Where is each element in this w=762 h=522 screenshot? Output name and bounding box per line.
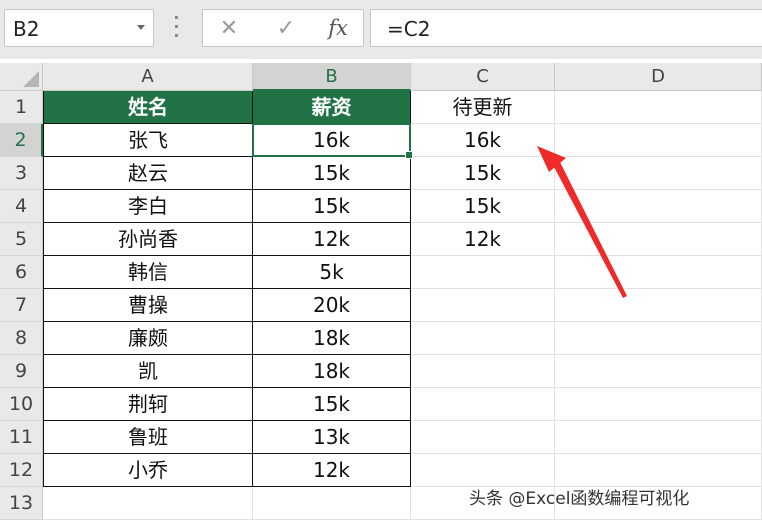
watermark: 头条 @Excel函数编程可视化 bbox=[469, 489, 690, 509]
arrow-shaft bbox=[553, 162, 627, 298]
red-arrow-annotation bbox=[537, 146, 627, 298]
